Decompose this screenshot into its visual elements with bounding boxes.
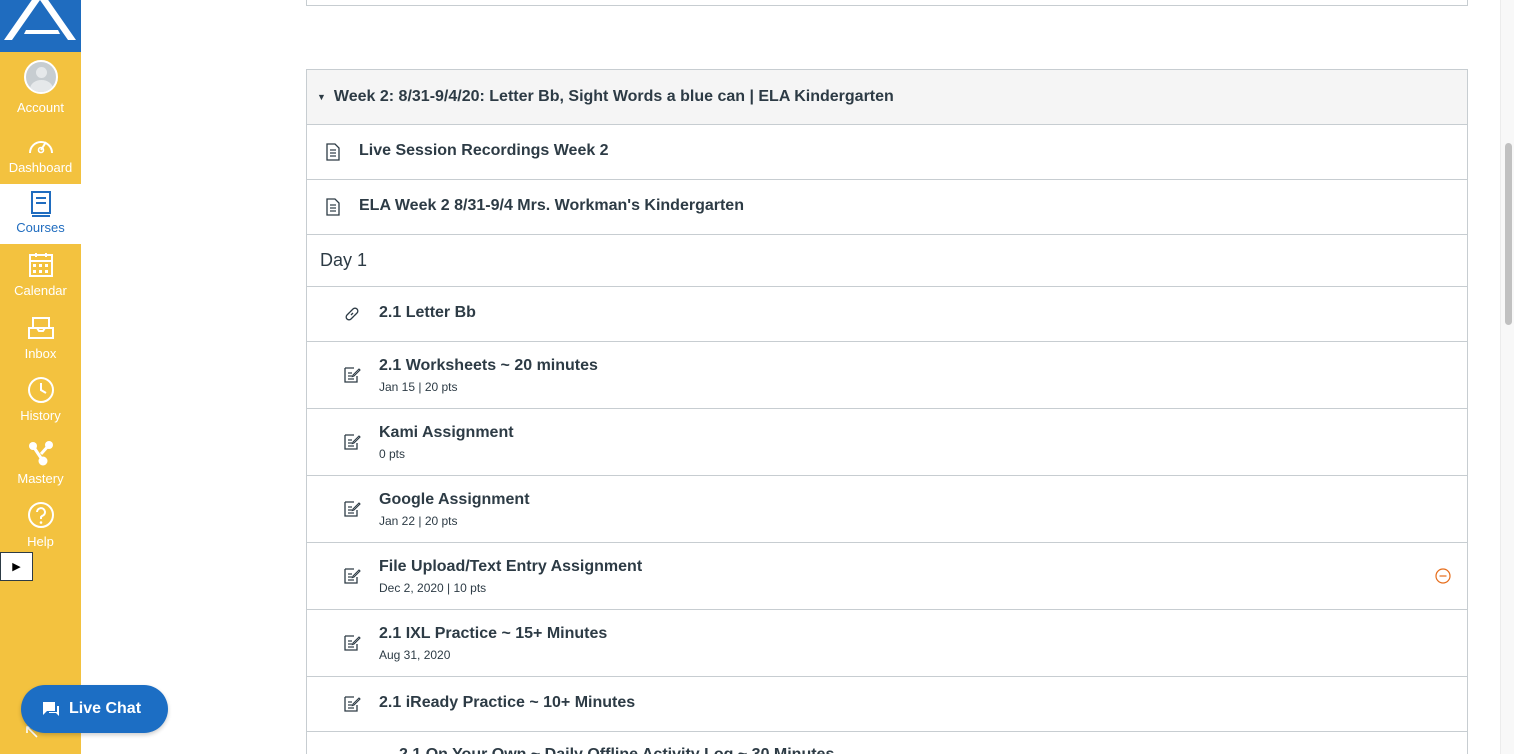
item-meta: 0 pts <box>379 447 406 461</box>
subheader-row: Day 1 <box>307 235 1467 287</box>
chat-icon <box>43 702 59 716</box>
item-title-link[interactable]: 2.1 On Your Own ~ Daily Offline Activity… <box>399 746 834 754</box>
item-title-link[interactable]: 2.1 Letter Bb <box>379 304 476 322</box>
item-title-link[interactable]: Kami Assignment <box>379 424 514 442</box>
item-title-link[interactable]: Google Assignment <box>379 491 530 509</box>
nav-account-label: Account <box>17 100 64 115</box>
assignment-icon <box>344 501 361 517</box>
live-chat-label: Live Chat <box>69 700 142 717</box>
module: ▼ Week 2: 8/31-9/4/20: Letter Bb, Sight … <box>306 69 1468 754</box>
module-item: Kami Assignment 0 pts <box>307 409 1467 476</box>
item-meta: Dec 2, 2020 | 10 pts <box>379 581 487 595</box>
nav-dashboard[interactable]: Dashboard <box>0 124 81 184</box>
nav-dashboard-label: Dashboard <box>8 160 73 175</box>
item-title-link[interactable]: Live Session Recordings Week 2 <box>359 142 609 160</box>
history-icon <box>27 377 54 403</box>
link-icon <box>345 307 359 321</box>
global-nav: Account Dashboard Courses Calendar Inbox… <box>0 0 81 754</box>
assignment-icon <box>344 568 361 584</box>
scrollbar-thumb[interactable] <box>1505 143 1512 325</box>
assignment-icon <box>344 696 361 712</box>
module-item: 2.1 Letter Bb <box>307 287 1467 342</box>
page-icon <box>326 143 340 161</box>
live-chat-button[interactable]: Live Chat <box>21 685 168 733</box>
assignment-icon <box>344 434 361 450</box>
module-item: File Upload/Text Entry Assignment Dec 2,… <box>307 543 1467 610</box>
module-item: Google Assignment Jan 22 | 20 pts <box>307 476 1467 543</box>
module-header[interactable]: ▼ Week 2: 8/31-9/4/20: Letter Bb, Sight … <box>307 70 1467 125</box>
module-item: 2.1 On Your Own ~ Daily Offline Activity… <box>307 732 1467 754</box>
collapse-caret-icon[interactable]: ▼ <box>317 92 326 102</box>
module-item: 2.1 Worksheets ~ 20 minutes Jan 15 | 20 … <box>307 342 1467 409</box>
inbox-icon <box>27 317 54 339</box>
item-title-link[interactable]: 2.1 Worksheets ~ 20 minutes <box>379 357 598 375</box>
nav-history[interactable]: History <box>0 370 81 430</box>
nav-courses-label: Courses <box>16 220 65 235</box>
dashboard-icon <box>28 141 53 154</box>
mastery-icon <box>28 441 53 466</box>
item-title-link[interactable]: ELA Week 2 8/31-9/4 Mrs. Workman's Kinde… <box>359 197 744 215</box>
module-item: ELA Week 2 8/31-9/4 Mrs. Workman's Kinde… <box>307 180 1467 235</box>
logo[interactable] <box>0 0 81 52</box>
nav-help-label: Help <box>27 534 54 549</box>
calendar-icon <box>28 253 53 277</box>
nav-courses[interactable]: Courses <box>0 184 81 244</box>
scrollbar[interactable] <box>1500 0 1514 754</box>
item-meta: Aug 31, 2020 <box>379 648 451 662</box>
nav-calendar-label: Calendar <box>14 283 67 298</box>
item-title-link[interactable]: 2.1 IXL Practice ~ 15+ Minutes <box>379 625 607 643</box>
item-title-link[interactable]: File Upload/Text Entry Assignment <box>379 558 642 576</box>
module-title: Week 2: 8/31-9/4/20: Letter Bb, Sight Wo… <box>333 88 894 105</box>
subheader-title: Day 1 <box>320 250 368 270</box>
page-icon <box>326 198 340 216</box>
help-icon <box>27 502 54 528</box>
assignment-icon <box>344 367 361 383</box>
nav-calendar[interactable]: Calendar <box>0 244 81 304</box>
nav-account[interactable]: Account <box>0 52 81 115</box>
nav-inbox-label: Inbox <box>24 346 57 361</box>
courses-icon <box>30 191 51 217</box>
minus-circle-icon <box>1435 568 1451 584</box>
play-toggle-button[interactable]: ▶ <box>0 552 33 581</box>
module-item: 2.1 iReady Practice ~ 10+ Minutes <box>307 677 1467 732</box>
assignment-icon <box>344 635 361 651</box>
module-item: 2.1 IXL Practice ~ 15+ Minutes Aug 31, 2… <box>307 610 1467 677</box>
nav-history-label: History <box>20 408 61 423</box>
item-title-link[interactable]: 2.1 iReady Practice ~ 10+ Minutes <box>379 694 635 712</box>
previous-module <box>306 0 1468 6</box>
module-item: Live Session Recordings Week 2 <box>307 125 1467 180</box>
nav-help[interactable]: Help <box>0 495 81 555</box>
nav-mastery[interactable]: Mastery <box>0 432 81 492</box>
logo-icon <box>4 0 76 40</box>
item-meta: Jan 15 | 20 pts <box>379 380 458 394</box>
nav-mastery-label: Mastery <box>17 471 64 486</box>
item-meta: Jan 22 | 20 pts <box>379 514 458 528</box>
nav-inbox[interactable]: Inbox <box>0 307 81 367</box>
play-icon: ▶ <box>12 561 21 573</box>
avatar <box>23 60 58 94</box>
